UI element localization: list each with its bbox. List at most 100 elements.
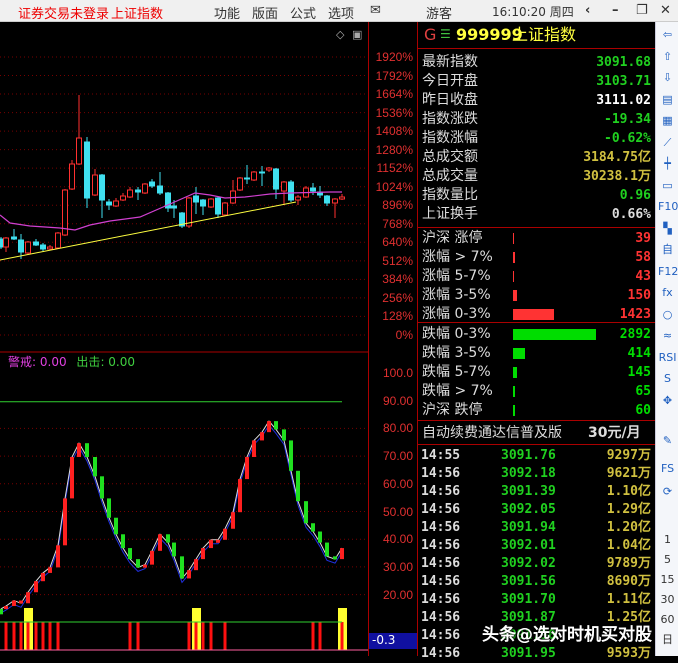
back-button[interactable]: ‹ bbox=[585, 3, 590, 18]
field-value: 3091.68 bbox=[596, 55, 651, 70]
period-15[interactable]: 15 bbox=[658, 570, 677, 589]
trend-line bbox=[0, 201, 297, 261]
candle bbox=[11, 236, 17, 240]
candle bbox=[251, 171, 257, 181]
signal-red-bar bbox=[194, 622, 198, 650]
tick-price: 3091.39 bbox=[501, 484, 556, 499]
signal-red-bar bbox=[318, 622, 322, 650]
price-axis-label: 256% bbox=[382, 290, 413, 305]
breadth-bar bbox=[513, 405, 515, 416]
f12-icon[interactable]: F12 bbox=[658, 262, 678, 281]
arrow-up-icon[interactable]: ⇧ bbox=[658, 47, 677, 66]
menu-formula[interactable]: 公式 bbox=[290, 3, 316, 22]
market-icon[interactable]: G bbox=[424, 25, 436, 44]
restore-button[interactable]: ❐ bbox=[636, 3, 648, 18]
candle bbox=[310, 187, 316, 192]
arrow-left-icon[interactable]: ⇦ bbox=[658, 25, 677, 44]
refresh-icon[interactable]: ⟳ bbox=[658, 482, 677, 501]
candle bbox=[40, 244, 46, 250]
candle-icon[interactable]: ┿ bbox=[658, 154, 677, 173]
formula-icon[interactable]: fx bbox=[658, 283, 677, 302]
period-60[interactable]: 60 bbox=[658, 610, 677, 629]
ad-banner[interactable]: 自动续费通达信普及版 30元/月 bbox=[418, 423, 655, 443]
tick-row: 14:56 3092.01 1.04亿 bbox=[418, 537, 655, 555]
candle bbox=[3, 237, 9, 248]
candle bbox=[332, 198, 338, 204]
diamond-icon[interactable]: ◇ bbox=[336, 28, 345, 41]
field-value: -19.34 bbox=[604, 112, 651, 127]
price-axis-label: 1408% bbox=[375, 124, 413, 138]
tree-icon[interactable]: ▚ bbox=[658, 219, 677, 238]
breadth-label: 跌幅 3-5% bbox=[422, 345, 491, 361]
breadth-value: 60 bbox=[635, 403, 651, 418]
breadth-bar bbox=[513, 367, 517, 378]
breadth-bar bbox=[513, 348, 525, 359]
indicator-bar bbox=[289, 440, 293, 471]
tick-volume: 1.04亿 bbox=[606, 538, 651, 553]
login-status[interactable]: 证券交易未登录 bbox=[18, 3, 109, 22]
ad-price: 30元/月 bbox=[588, 425, 641, 441]
candle bbox=[193, 195, 199, 203]
field-value: 3103.71 bbox=[596, 74, 651, 89]
self-select-icon[interactable]: 自 bbox=[658, 240, 677, 259]
tick-time: 14:56 bbox=[421, 610, 461, 625]
menu-options[interactable]: 选项 bbox=[328, 3, 354, 22]
indicator-bar bbox=[282, 429, 286, 441]
circle-icon[interactable]: ○ bbox=[658, 305, 677, 324]
candle bbox=[186, 197, 192, 227]
move-icon[interactable]: ✥ bbox=[658, 391, 677, 410]
grid-icon[interactable]: ▦ bbox=[658, 111, 677, 130]
warn-value: : 0.00 bbox=[32, 355, 67, 369]
s-icon[interactable]: S bbox=[658, 369, 677, 388]
tick-price: 3091.56 bbox=[501, 574, 556, 589]
candle bbox=[266, 167, 272, 171]
panel-toggle-icon[interactable]: ▣ bbox=[352, 28, 362, 41]
tick-volume: 9621万 bbox=[606, 466, 651, 481]
tick-row: 14:56 3091.94 1.20亿 bbox=[418, 519, 655, 537]
breadth-row: 跌幅 3-5% 414 bbox=[418, 344, 655, 363]
breadth-value: 414 bbox=[627, 346, 651, 361]
report-icon[interactable]: ▤ bbox=[658, 90, 677, 109]
minimize-button[interactable]: – bbox=[612, 3, 619, 18]
close-button[interactable]: ✕ bbox=[660, 3, 671, 18]
field-label: 指数涨跌 bbox=[422, 111, 478, 127]
pencil-icon[interactable]: ✎ bbox=[658, 431, 677, 450]
period-30[interactable]: 30 bbox=[658, 590, 677, 609]
menu-layout[interactable]: 版面 bbox=[252, 3, 278, 22]
tick-price: 3092.01 bbox=[501, 538, 556, 553]
line-chart-icon[interactable]: ⟋ bbox=[658, 133, 677, 152]
rsi-icon[interactable]: RSI bbox=[658, 348, 677, 367]
signal-red-bar bbox=[223, 622, 227, 650]
f10-icon[interactable]: F10 bbox=[658, 197, 678, 216]
price-axis: 1920% 1792% 1664% 1536% 1408% 1280% 1152% 1024%… bbox=[368, 22, 418, 656]
menu-icon[interactable]: ☰ bbox=[440, 25, 451, 44]
menu-function[interactable]: 功能 bbox=[214, 3, 240, 22]
price-axis-label: 1920% bbox=[375, 50, 413, 64]
ad-text: 自动续费通达信普及版 bbox=[422, 425, 562, 441]
candle bbox=[288, 181, 294, 201]
candle bbox=[76, 137, 82, 165]
period-1[interactable]: 1 bbox=[658, 530, 677, 549]
candle bbox=[113, 200, 119, 207]
price-axis-label: 1152% bbox=[376, 161, 413, 175]
indicator-bar bbox=[100, 476, 104, 499]
tick-volume: 9297万 bbox=[606, 448, 651, 463]
tick-row: 14:56 3091.70 1.11亿 bbox=[418, 591, 655, 609]
tick-price: 3091.94 bbox=[501, 520, 556, 535]
warn-label: 警戒 bbox=[8, 354, 32, 369]
candle bbox=[84, 141, 90, 199]
arrow-down-icon[interactable]: ⇩ bbox=[658, 68, 677, 87]
period-日[interactable]: 日 bbox=[658, 630, 677, 649]
candle bbox=[215, 197, 221, 215]
indicator-bar bbox=[150, 550, 154, 565]
kline-chart[interactable]: ◇ ▣ 警戒: 0.00 出击: 0.00 bbox=[0, 22, 368, 656]
fs-icon[interactable]: FS bbox=[658, 459, 677, 478]
user-label[interactable]: 游客 bbox=[426, 3, 452, 22]
indicator-bar bbox=[85, 443, 89, 457]
period-5[interactable]: 5 bbox=[658, 550, 677, 569]
wave-icon[interactable]: ≈ bbox=[658, 326, 677, 345]
window-icon[interactable]: ▭ bbox=[658, 176, 677, 195]
envelope-icon[interactable]: ✉ bbox=[370, 3, 381, 18]
breadth-label: 涨幅 3-5% bbox=[422, 287, 491, 303]
breadth-label: 沪深 跌停 bbox=[422, 402, 483, 418]
